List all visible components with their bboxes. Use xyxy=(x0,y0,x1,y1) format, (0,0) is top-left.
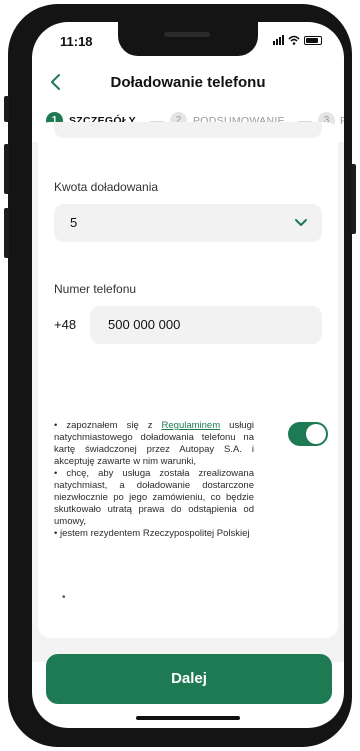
consent-line-1-start: • zapoznałem się z xyxy=(54,420,162,431)
app-screen: 11:18 Doładowanie telefonu 1 SZCZEGÓŁY 2… xyxy=(32,22,344,728)
status-time: 11:18 xyxy=(60,34,93,49)
phone-input[interactable]: 500 000 000 xyxy=(90,306,322,344)
app-header: Doładowanie telefonu xyxy=(32,62,344,102)
phone-frame: 11:18 Doładowanie telefonu 1 SZCZEGÓŁY 2… xyxy=(4,4,356,747)
chevron-down-icon xyxy=(295,219,307,226)
phone-power-button xyxy=(351,164,356,234)
consent-text: • zapoznałem się z Regulaminem usługi na… xyxy=(54,420,254,540)
phone-value: 500 000 000 xyxy=(108,317,181,332)
phone-field: +48 500 000 000 xyxy=(54,306,322,344)
phone-label: Numer telefonu xyxy=(54,282,137,296)
step-3-label: P xyxy=(340,115,344,127)
regulations-link[interactable]: Regulaminem xyxy=(162,420,221,431)
wifi-icon xyxy=(288,35,300,45)
speaker xyxy=(164,32,210,37)
consent-toggle[interactable] xyxy=(288,422,328,446)
notch xyxy=(118,22,258,56)
form-card: Kwota doładowania 5 Numer telefonu +48 5… xyxy=(38,122,338,638)
next-button[interactable]: Dalej xyxy=(46,654,332,704)
phone-side-button xyxy=(4,96,9,122)
phone-volume-down-button xyxy=(4,208,9,258)
consent-line-3: • jestem rezydentem Rzeczypospolitej Pol… xyxy=(54,528,250,539)
consent-line-2: • chcę, aby usługa została zrealizowana … xyxy=(54,468,254,527)
phone-prefix: +48 xyxy=(54,317,77,332)
amount-select[interactable]: 5 xyxy=(54,204,322,242)
toggle-knob xyxy=(306,424,326,444)
amount-value: 5 xyxy=(70,215,78,230)
status-icons xyxy=(273,35,322,45)
battery-icon xyxy=(304,36,322,45)
home-indicator xyxy=(136,716,240,720)
consent-extra-bullet: • xyxy=(62,592,66,603)
amount-label: Kwota doładowania xyxy=(54,180,159,194)
page-title: Doładowanie telefonu xyxy=(110,74,266,91)
signal-icon xyxy=(273,35,284,45)
previous-field xyxy=(54,122,322,138)
phone-volume-up-button xyxy=(4,144,9,194)
